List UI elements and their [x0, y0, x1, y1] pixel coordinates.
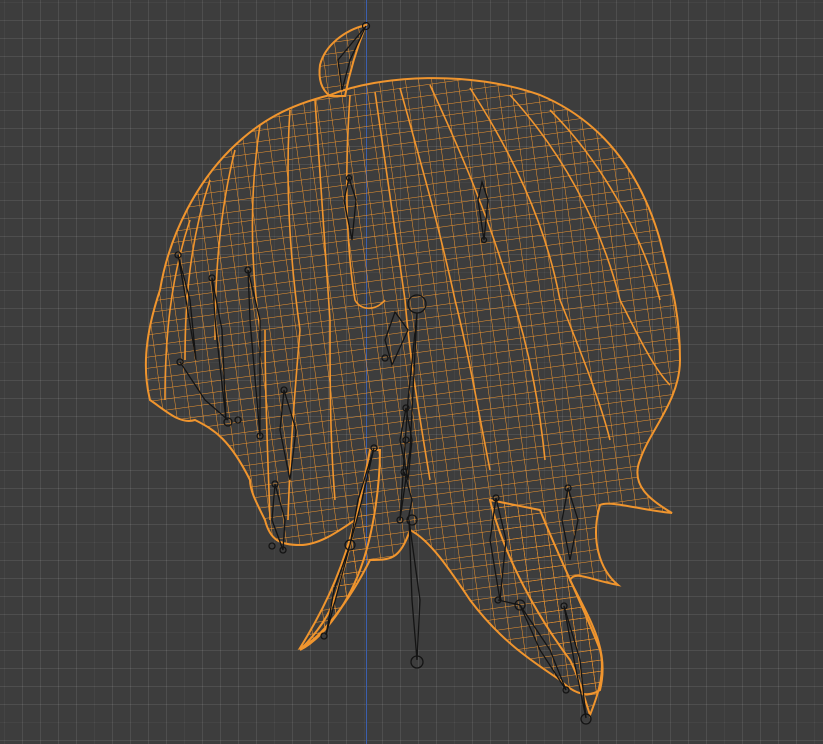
3d-viewport[interactable]	[0, 0, 823, 744]
hair-wireframe[interactable]	[0, 0, 823, 744]
